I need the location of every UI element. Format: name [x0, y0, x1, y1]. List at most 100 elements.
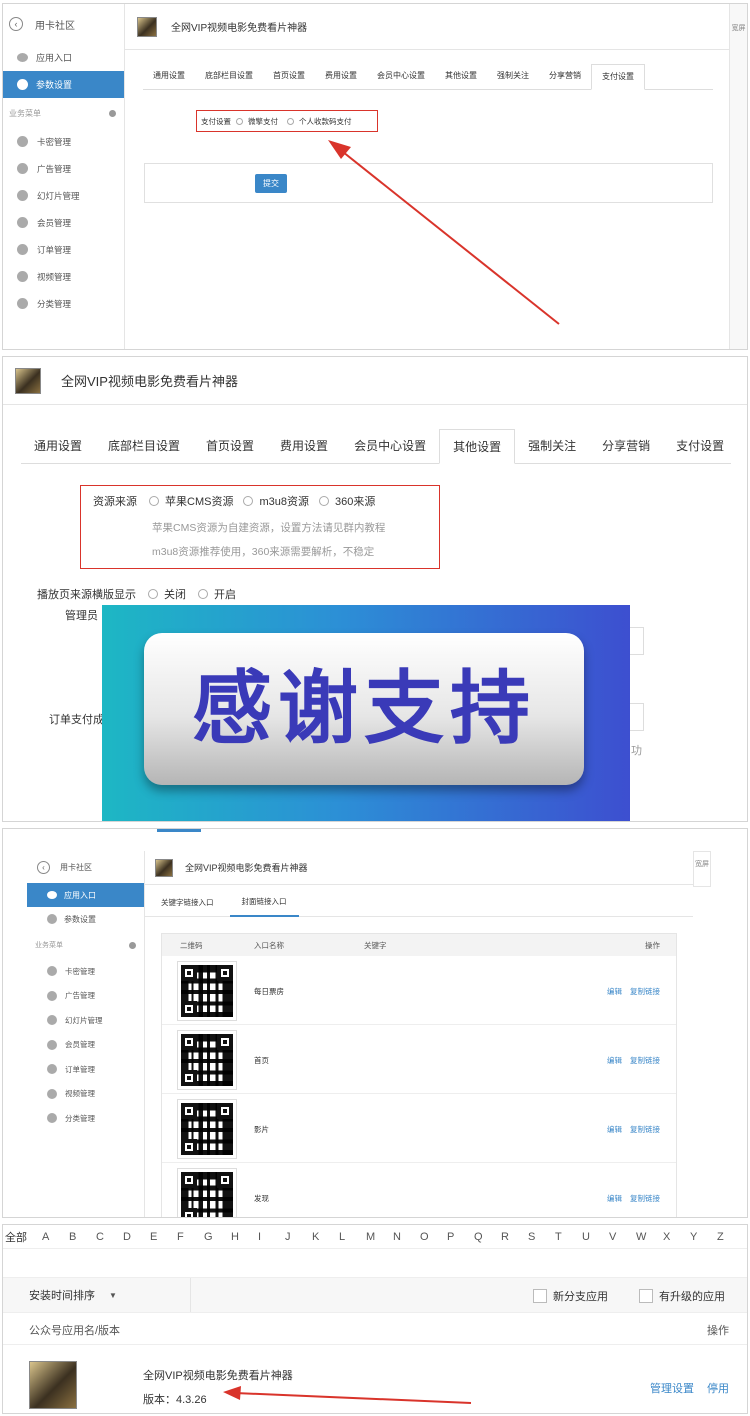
app-title: 全网VIP视频电影免费看片神器	[61, 374, 238, 389]
sidebar-item-1[interactable]: 广告管理	[27, 984, 144, 1009]
sidebar-item-5[interactable]: 视频管理	[27, 1082, 144, 1107]
sidebar-item-0[interactable]: 卡密管理	[27, 959, 144, 984]
table-row: 发现 编辑 复制链接	[162, 1163, 676, 1217]
qr-finder	[217, 1172, 233, 1188]
gear-icon	[47, 1064, 57, 1075]
edit-link[interactable]: 编辑	[607, 1193, 622, 1204]
tab-4[interactable]: 会员中心设置	[341, 429, 439, 464]
gear-icon	[47, 1113, 57, 1124]
tab-6[interactable]: 强制关注	[515, 429, 589, 464]
tab-8[interactable]: 支付设置	[663, 429, 737, 464]
source-radio-360[interactable]	[318, 496, 329, 506]
entry-name: 每日票房	[254, 987, 284, 996]
sidebar-item-4[interactable]: 订单管理	[27, 1057, 144, 1082]
entry-name: 首页	[254, 1056, 269, 1065]
source-hint-2: m3u8资源推荐使用，360来源需要解析，不稳定	[152, 546, 375, 558]
back-icon[interactable]: ‹	[37, 860, 50, 874]
app-logo	[155, 858, 173, 877]
chat-icon	[47, 891, 57, 899]
sidebar-item-3[interactable]: 会员管理	[27, 1033, 144, 1058]
copy-link[interactable]: 复制链接	[630, 1124, 660, 1135]
qr-code	[177, 961, 237, 1021]
edit-link[interactable]: 编辑	[607, 1055, 622, 1066]
tab-indicator	[157, 829, 201, 832]
qr-finder	[181, 1034, 197, 1050]
tab-7[interactable]: 分享营销	[589, 429, 663, 464]
display-radio-off[interactable]	[148, 589, 158, 599]
qr-code	[177, 1030, 237, 1090]
sidebar-item-app-entry[interactable]: 应用入口	[27, 883, 144, 907]
entry-name: 影片	[254, 1125, 269, 1134]
qr-finder	[181, 1001, 197, 1017]
entry-table: 二维码 入口名称 关键字 操作 每日票房 编辑 复制链接 首页 编辑 复制链接 影片 编辑 复制…	[161, 933, 677, 1217]
qr-finder	[181, 1070, 197, 1086]
panel-entry-links: ‹ 用卡社区 应用入口 参数设置 业务菜单 卡密管理 广告管理 幻灯片管理 会员管理订…	[2, 828, 748, 1218]
panel-app-list: 全部 A B C D E F G H I J K L M N O P Q R S T U V W X Y Z 安装时间排序 ▼ 新分…	[2, 1224, 748, 1414]
entry-tabs: 关键字链接入口 封面链接入口	[145, 889, 693, 917]
resource-source-box: 资源来源 苹果CMS资源 m3u8资源 360来源 苹果CMS资源为自建资源，设…	[80, 485, 440, 569]
display-radio-on[interactable]	[198, 589, 208, 599]
app-title: 全网VIP视频电影免费看片神器	[185, 863, 308, 873]
admin-label: 管理员	[65, 610, 98, 622]
tab-2[interactable]: 首页设置	[193, 429, 267, 464]
order-label: 订单支付成	[49, 714, 104, 726]
qr-finder	[217, 965, 233, 981]
copy-link[interactable]: 复制链接	[630, 986, 660, 997]
sidebar: ‹ 用卡社区 应用入口 参数设置 业务菜单 卡密管理 广告管理 幻灯片管理 会员管理订…	[27, 851, 145, 1217]
gear-icon	[47, 990, 57, 1001]
sidebar-item-params[interactable]: 参数设置	[27, 907, 144, 931]
entry-name: 发现	[254, 1194, 269, 1203]
table-row: 每日票房 编辑 复制链接	[162, 956, 676, 1025]
thanks-banner: 感谢支持	[102, 605, 630, 821]
source-hint-1: 苹果CMS资源为自建资源，设置方法请见群内教程	[152, 522, 386, 534]
app-header: 全网VIP视频电影免费看片神器	[145, 851, 693, 885]
order-hint-partial: 功	[631, 745, 642, 757]
sidebar-item-6[interactable]: 分类管理	[27, 1106, 144, 1131]
tab-3[interactable]: 费用设置	[267, 429, 341, 464]
qr-finder	[181, 1172, 197, 1188]
panel-other-settings: 全网VIP视频电影免费看片神器 通用设置 底部栏目设置 首页设置 费用设置 会员中心设置…	[2, 356, 748, 822]
gear-icon	[47, 966, 57, 977]
copy-link[interactable]: 复制链接	[630, 1193, 660, 1204]
qr-finder	[181, 1208, 197, 1217]
app-header: 全网VIP视频电影免费看片神器	[3, 357, 747, 405]
source-label: 资源来源	[93, 496, 137, 508]
copy-link[interactable]: 复制链接	[630, 1055, 660, 1066]
panel-pay-settings: ‹ 用卡社区 应用入口 参数设置 业务菜单 卡密管理 广告管理 幻灯片管理 会员管理订…	[2, 3, 748, 350]
tab-0[interactable]: 通用设置	[21, 429, 95, 464]
sidebar-section: 业务菜单	[27, 931, 144, 959]
widescreen-toggle[interactable]: 宽屏	[693, 851, 711, 887]
tab-1[interactable]: 底部栏目设置	[95, 429, 193, 464]
settings-tabs: 通用设置 底部栏目设置 首页设置 费用设置 会员中心设置 其他设置 强制关注 分享营销 支付设置	[21, 429, 731, 464]
qr-finder	[181, 1103, 197, 1119]
source-radio-cms[interactable]	[149, 496, 159, 506]
edit-link[interactable]: 编辑	[607, 1124, 622, 1135]
edit-link[interactable]: 编辑	[607, 986, 622, 997]
order-input[interactable]	[628, 703, 644, 731]
annotation-arrow	[223, 1386, 472, 1404]
settings-icon[interactable]	[129, 941, 136, 949]
tab-cover-entry[interactable]: 封面链接入口	[229, 889, 299, 917]
gear-icon	[47, 914, 57, 924]
qr-finder	[217, 1103, 233, 1119]
admin-input[interactable]	[628, 627, 644, 655]
qr-finder	[181, 965, 197, 981]
sidebar-header: ‹ 用卡社区	[27, 851, 144, 883]
gear-icon	[47, 1015, 57, 1026]
table-row: 首页 编辑 复制链接	[162, 1025, 676, 1094]
display-setting: 播放页来源横版显示 关闭 开启	[37, 589, 236, 601]
gear-icon	[47, 1088, 57, 1099]
annotation-arrow	[328, 140, 560, 325]
table-header: 二维码 入口名称 关键字 操作	[162, 934, 676, 956]
qr-finder	[181, 1139, 197, 1155]
source-radio-m3u8[interactable]	[243, 496, 254, 506]
tab-5[interactable]: 其他设置	[439, 429, 516, 464]
qr-finder	[217, 1034, 233, 1050]
thanks-text: 感谢支持	[192, 664, 536, 753]
app-logo	[15, 367, 41, 394]
gear-icon	[47, 1039, 57, 1050]
tab-keyword-entry[interactable]: 关键字链接入口	[145, 889, 230, 917]
qr-code	[177, 1168, 237, 1217]
thanks-card: 感谢支持	[144, 633, 584, 785]
sidebar-item-2[interactable]: 幻灯片管理	[27, 1008, 144, 1033]
